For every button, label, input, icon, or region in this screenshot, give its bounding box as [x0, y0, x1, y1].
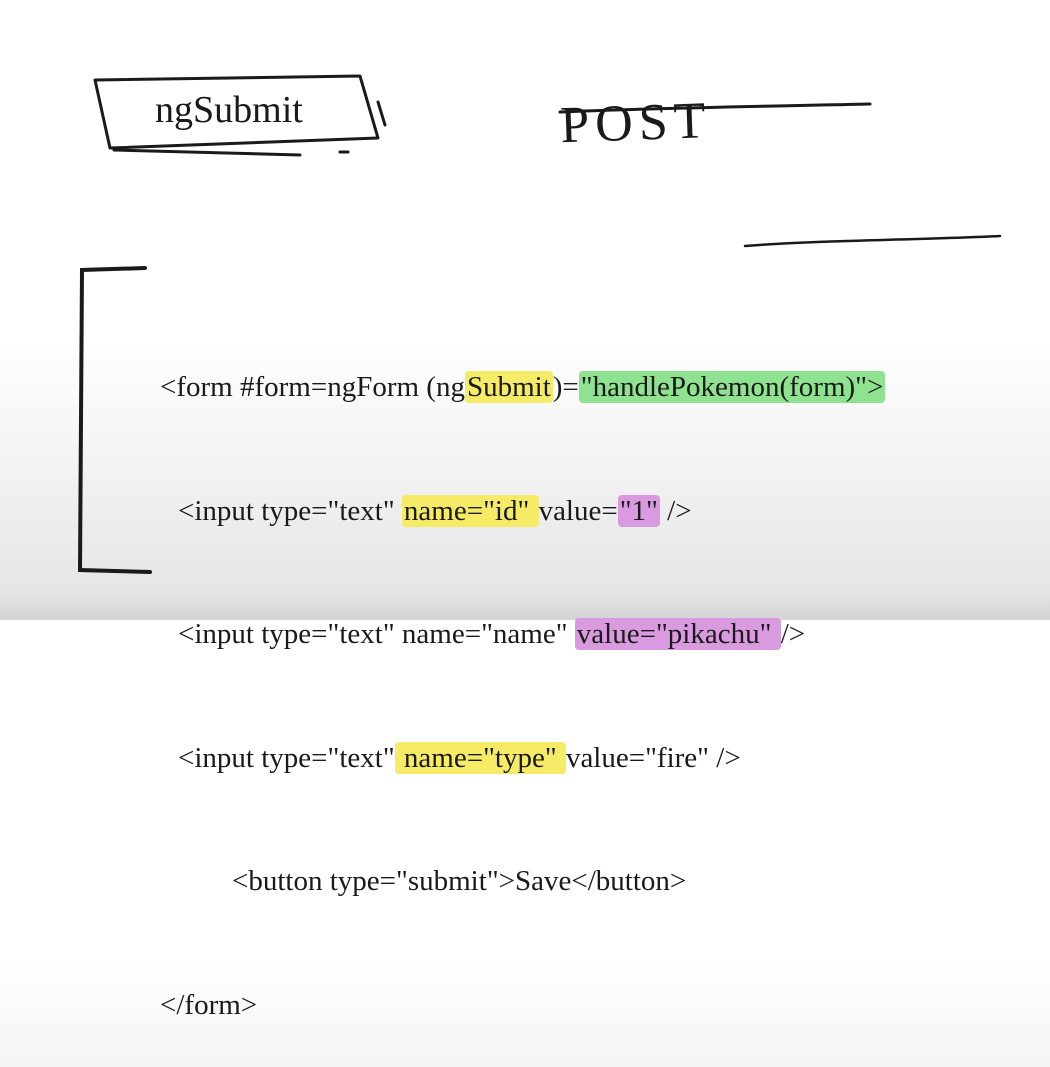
highlight-name-type: name="type" [395, 742, 566, 774]
code-line-3: <input type="text" name="name" value="pi… [160, 614, 885, 655]
post-underline [745, 236, 1000, 246]
code-text: <input type="text" [178, 742, 395, 774]
code-line-6: </form> [160, 985, 885, 1026]
code-block: <form #form=ngForm (ngSubmit)="handlePok… [160, 285, 885, 1067]
code-text: /> [781, 618, 805, 650]
code-text: <input type="text" name="name" [178, 618, 575, 650]
code-text: <button type=" [232, 865, 408, 897]
submit-word: submit [408, 865, 487, 897]
code-text: )= [553, 371, 579, 403]
highlight-value-1: "1" [618, 495, 660, 527]
code-text: value= [539, 495, 618, 527]
code-line-5: <button type="submit">Save</button> [160, 861, 885, 902]
code-line-4: <input type="text" name="type" value="fi… [160, 738, 885, 779]
highlight-name-id: name="id" [402, 495, 539, 527]
code-text: /> [660, 495, 692, 527]
code-line-1: <form #form=ngForm (ngSubmit)="handlePok… [160, 367, 885, 408]
code-text: value="fire" /> [566, 742, 741, 774]
code-text: ">Save</button> [487, 865, 686, 897]
code-text: <input type="text" [178, 495, 402, 527]
highlight-submit: Submit [465, 371, 553, 403]
code-text: <form #form=ngForm (ng [160, 371, 465, 403]
title-ngsubmit: ngSubmit [155, 88, 303, 132]
highlight-value-pikachu: value="pikachu" [575, 618, 781, 650]
post-label: POST [559, 60, 1050, 156]
highlight-handler: "handlePokemon(form)"> [579, 371, 886, 403]
code-line-2: <input type="text" name="id" value="1" /… [160, 491, 885, 532]
code-bracket [80, 268, 150, 572]
